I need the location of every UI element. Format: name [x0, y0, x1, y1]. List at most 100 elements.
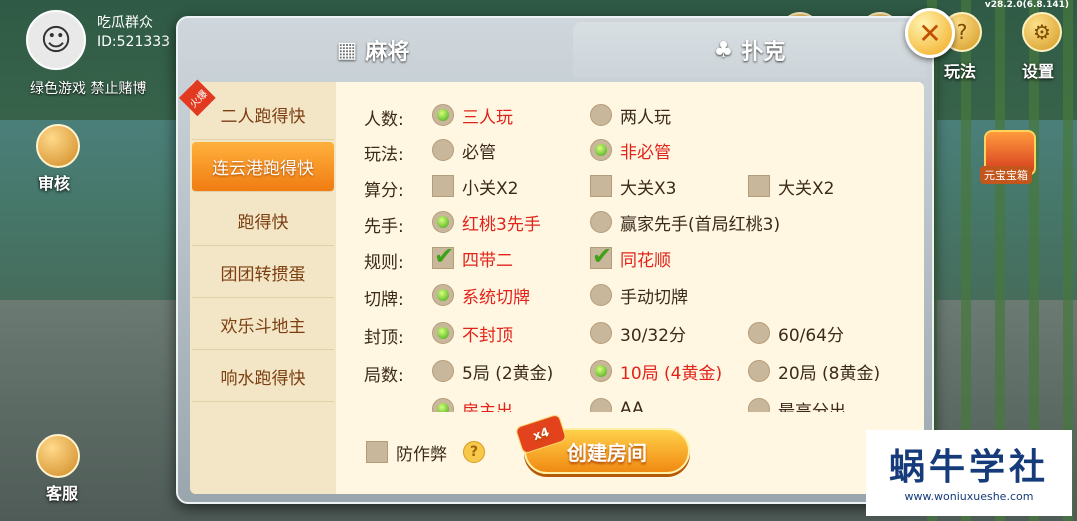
anti-cheat-checkbox[interactable]: 防作弊 ?: [366, 438, 485, 466]
customer-service-icon[interactable]: [36, 434, 80, 478]
radio-dot: [432, 139, 454, 161]
tab-poker-label: 扑克: [741, 40, 786, 65]
settings-button[interactable]: 设置: [1022, 58, 1054, 82]
radio-dot: [590, 211, 612, 233]
radio-owner-pays[interactable]: 房主出: [432, 396, 513, 412]
close-icon[interactable]: ✕: [905, 8, 955, 58]
game-type-tabs: ▦ 麻将 ♣ 扑克: [188, 22, 926, 82]
rule-options: 人数: 三人玩 两人玩 玩法: 必管 非必管 算分: 小关X2 大关X3 大关X…: [336, 82, 924, 412]
option-text: 三人玩: [462, 107, 513, 128]
option-text: 赢家先手(首局红桃3): [620, 214, 781, 235]
treasure-label[interactable]: 元宝宝箱: [980, 166, 1032, 184]
radio-winner-first[interactable]: 赢家先手(首局红桃3): [590, 209, 780, 235]
radio-system-cut[interactable]: 系统切牌: [432, 282, 530, 308]
game-list: 二人跑得快 连云港跑得快 跑得快 团团转掼蛋 欢乐斗地主 响水跑得快 火爆: [178, 79, 336, 494]
option-text: 同花顺: [620, 250, 671, 271]
gear-icon[interactable]: ⚙: [1022, 12, 1062, 52]
radio-dot: [590, 322, 612, 344]
checkbox-big-x2[interactable]: 大关X2: [748, 173, 834, 199]
option-text: 四带二: [462, 250, 513, 271]
option-text: 两人玩: [620, 107, 671, 128]
option-text: 最高分出: [778, 401, 846, 413]
radio-heart3-first[interactable]: 红桃3先手: [432, 209, 541, 235]
game-item[interactable]: 欢乐斗地主: [192, 300, 334, 350]
tab-majiang[interactable]: ▦ 麻将: [188, 22, 558, 78]
rules-button[interactable]: 玩法: [944, 58, 976, 82]
radio-dot: [432, 284, 454, 306]
create-room-button[interactable]: x4 创建房间: [514, 413, 690, 474]
radio-three-players[interactable]: 三人玩: [432, 102, 513, 128]
radio-no-cap[interactable]: 不封顶: [432, 320, 513, 346]
radio-cap-60[interactable]: 60/64分: [748, 320, 844, 346]
watermark-url: www.woniuxueshe.com: [904, 490, 1034, 503]
option-row-cap: 封顶: 不封顶 30/32分 60/64分: [364, 318, 924, 348]
radio-dot: [748, 322, 770, 344]
radio-dot: [590, 284, 612, 306]
option-text: 手动切牌: [620, 287, 688, 308]
game-item[interactable]: 跑得快: [192, 196, 334, 246]
option-text: 非必管: [620, 142, 671, 163]
option-text: 30/32分: [620, 325, 686, 346]
avatar[interactable]: ☺: [26, 10, 86, 70]
option-row-cut: 切牌: 系统切牌 手动切牌: [364, 280, 924, 310]
radio-manual-cut[interactable]: 手动切牌: [590, 282, 688, 308]
radio-dot: [590, 139, 612, 161]
game-item-active[interactable]: 连云港跑得快: [192, 142, 334, 192]
player-nickname: 吃瓜群众: [97, 15, 153, 31]
checkbox-big-x3[interactable]: 大关X3: [590, 173, 676, 199]
watermark-title: 蜗牛学社: [888, 447, 1049, 488]
player-id: ID:521333: [97, 34, 171, 50]
tab-majiang-label: 麻将: [365, 40, 410, 65]
radio-dot: [748, 360, 770, 382]
anti-cheat-label: 防作弊: [396, 444, 447, 465]
option-text: 不封顶: [462, 325, 513, 346]
help-icon[interactable]: ?: [463, 441, 485, 463]
create-room-label: 创建房间: [567, 440, 647, 465]
slogan: 绿色游戏 禁止赌博: [30, 81, 147, 97]
option-text: 10局 (4黄金): [620, 363, 723, 384]
game-item-label: 欢乐斗地主: [220, 317, 306, 337]
option-text: 60/64分: [778, 325, 844, 346]
radio-dot: [432, 104, 454, 126]
radio-rounds-5[interactable]: 5局 (2黄金): [432, 358, 553, 384]
option-text: 大关X2: [778, 178, 835, 199]
watermark: 蜗牛学社 www.woniuxueshe.com: [866, 430, 1072, 516]
checkbox-straight-flush[interactable]: 同花顺: [590, 242, 671, 271]
review-icon[interactable]: [36, 124, 80, 168]
game-item[interactable]: 响水跑得快: [192, 352, 334, 402]
version-label: v28.2.0(6.8.141): [984, 0, 1069, 10]
row-label: 局数:: [364, 366, 404, 386]
option-text: 红桃3先手: [462, 214, 541, 235]
radio-rounds-20[interactable]: 20局 (8黄金): [748, 358, 880, 384]
radio-top-scorer-pays[interactable]: 最高分出: [748, 396, 846, 412]
game-item-label: 响水跑得快: [220, 369, 306, 389]
game-item-label: 跑得快: [237, 213, 289, 233]
option-text: 房主出: [462, 401, 513, 413]
radio-two-players[interactable]: 两人玩: [590, 102, 671, 128]
radio-not-must-beat[interactable]: 非必管: [590, 137, 671, 163]
option-text: 系统切牌: [462, 287, 530, 308]
checkbox-box: [590, 242, 612, 270]
game-item-label: 二人跑得快: [220, 107, 306, 127]
checkbox-four-with-two[interactable]: 四带二: [432, 242, 513, 271]
radio-dot: [432, 360, 454, 382]
radio-rounds-10[interactable]: 10局 (4黄金): [590, 358, 722, 384]
checkbox-box: [590, 175, 612, 197]
option-row-payment: 房主出 AA 最高分出: [364, 394, 924, 412]
review-button[interactable]: 审核: [38, 170, 70, 194]
avatar-face-icon: ☺: [40, 22, 72, 58]
tab-poker[interactable]: ♣ 扑克: [573, 22, 926, 78]
option-text: 20局 (8黄金): [778, 363, 881, 384]
game-item-label: 连云港跑得快: [212, 159, 314, 179]
row-label: 先手:: [364, 217, 404, 237]
option-text: 必管: [462, 142, 496, 163]
radio-must-beat[interactable]: 必管: [432, 137, 496, 163]
dialog-footer: 防作弊 ? x4 创建房间: [336, 412, 924, 494]
radio-cap-30[interactable]: 30/32分: [590, 320, 686, 346]
checkbox-small-x2[interactable]: 小关X2: [432, 173, 518, 199]
radio-dot: [590, 398, 612, 412]
radio-aa-pays[interactable]: AA: [590, 396, 644, 412]
customer-service-button[interactable]: 客服: [46, 480, 78, 504]
row-label: 人数:: [364, 110, 404, 130]
game-item[interactable]: 团团转掼蛋: [192, 248, 334, 298]
